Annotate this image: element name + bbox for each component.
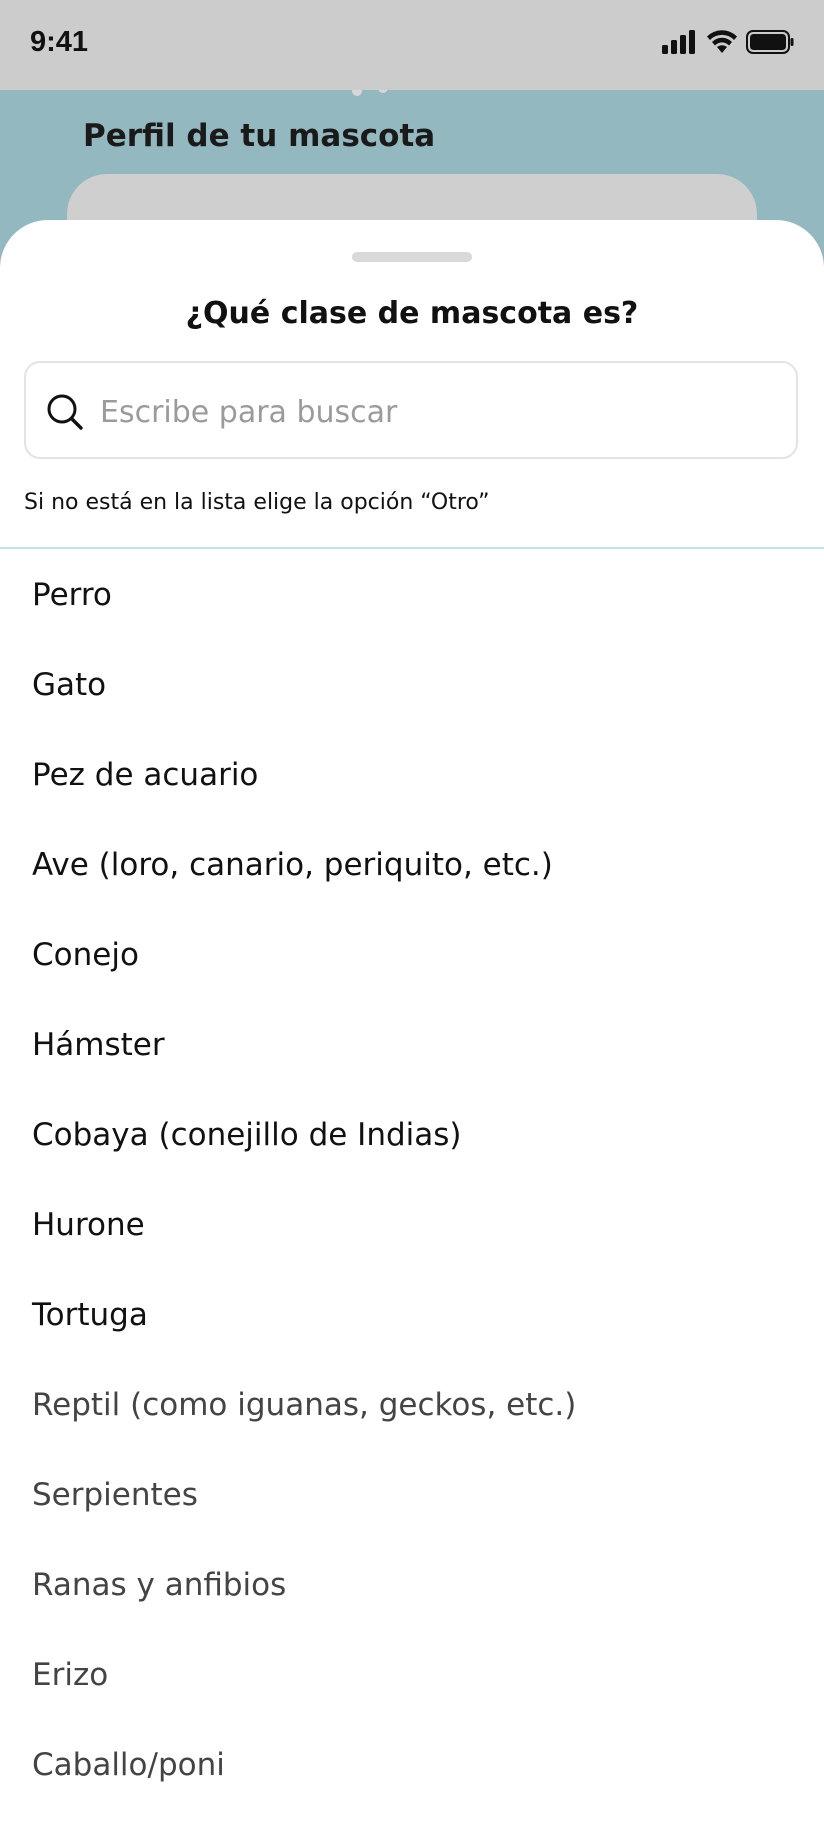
list-item[interactable]: Conejo bbox=[0, 910, 824, 1000]
search-icon bbox=[47, 394, 83, 430]
list-item[interactable]: Hurone bbox=[0, 1180, 824, 1270]
battery-icon bbox=[746, 30, 794, 54]
pet-type-list: Perro Gato Pez de acuario Ave (loro, can… bbox=[0, 550, 824, 1810]
sheet-drag-handle[interactable] bbox=[352, 252, 472, 262]
status-icons bbox=[662, 30, 794, 54]
list-item[interactable]: Caballo/poni bbox=[0, 1720, 824, 1810]
pet-type-bottom-sheet: ¿Qué clase de mascota es? Si no está en … bbox=[0, 220, 824, 1834]
list-item[interactable]: Erizo bbox=[0, 1630, 824, 1720]
list-item[interactable]: Cobaya (conejillo de Indias) bbox=[0, 1090, 824, 1180]
signal-icon bbox=[662, 30, 695, 54]
helper-text: Si no está en la lista elige la opción “… bbox=[24, 490, 490, 515]
list-item[interactable]: Tortuga bbox=[0, 1270, 824, 1360]
page-title: Perfil de tu mascota bbox=[83, 118, 436, 154]
divider bbox=[0, 547, 824, 549]
status-time: 9:41 bbox=[30, 26, 89, 58]
status-bar: 9:41 bbox=[0, 0, 824, 90]
list-item[interactable]: Perro bbox=[0, 550, 824, 640]
list-item[interactable]: Ranas y anfibios bbox=[0, 1540, 824, 1630]
list-item[interactable]: Ave (loro, canario, periquito, etc.) bbox=[0, 820, 824, 910]
list-item[interactable]: Hámster bbox=[0, 1000, 824, 1090]
list-item[interactable]: Serpientes bbox=[0, 1450, 824, 1540]
wifi-icon bbox=[707, 30, 737, 53]
list-item[interactable]: Pez de acuario bbox=[0, 730, 824, 820]
list-item[interactable]: Reptil (como iguanas, geckos, etc.) bbox=[0, 1360, 824, 1450]
sheet-title: ¿Qué clase de mascota es? bbox=[185, 296, 639, 331]
search-box[interactable] bbox=[24, 361, 798, 459]
list-item[interactable]: Gato bbox=[0, 640, 824, 730]
search-input[interactable] bbox=[98, 383, 782, 441]
